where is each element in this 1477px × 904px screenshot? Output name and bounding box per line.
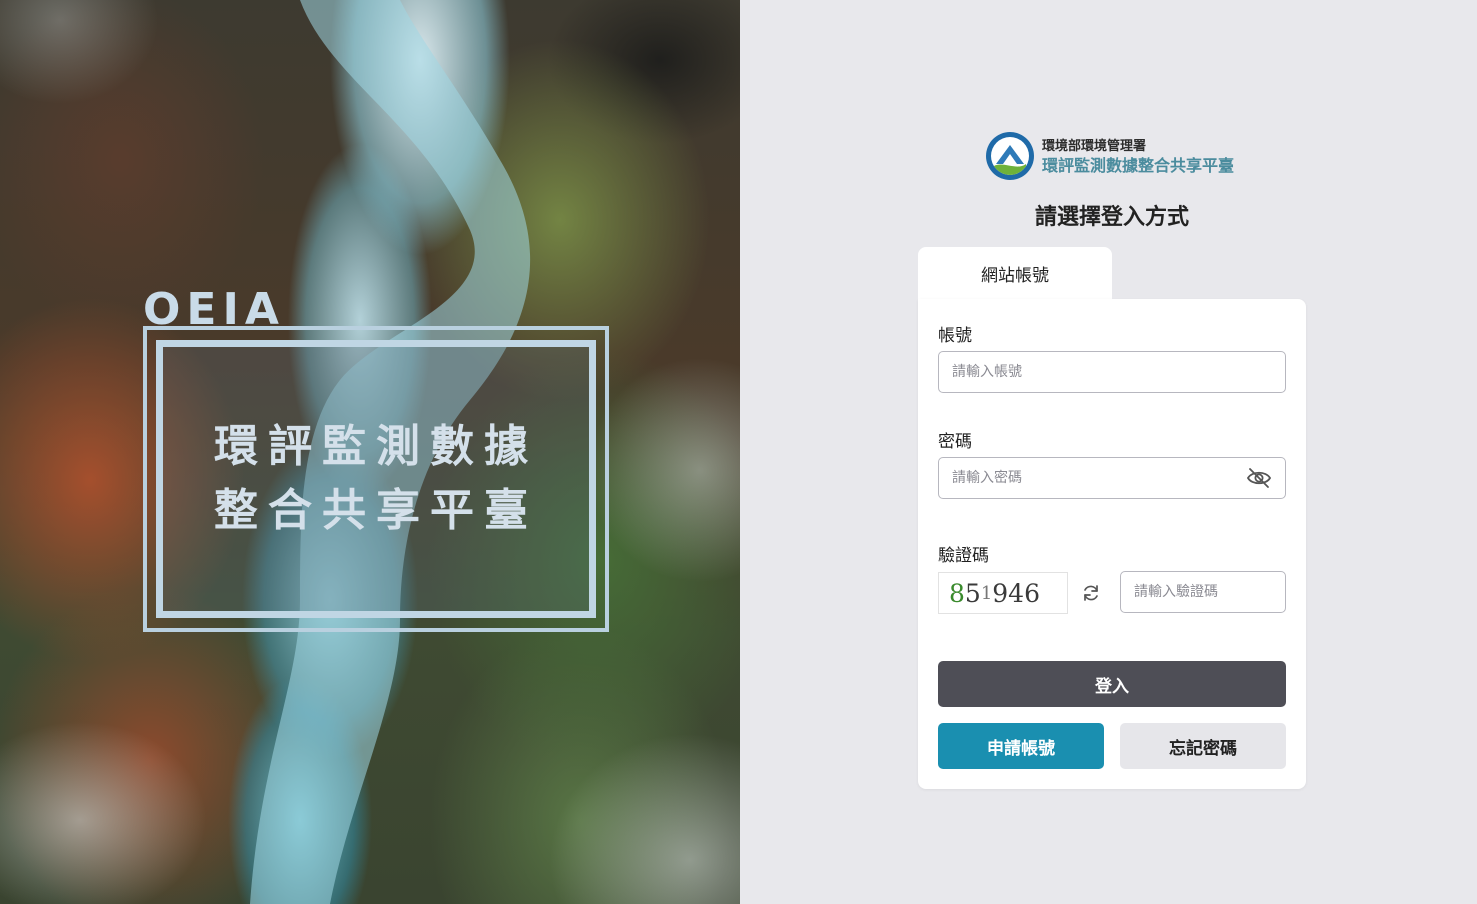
hero-image: OEIA 環評監測數據 整合共享平臺 xyxy=(0,0,740,904)
eye-off-icon[interactable] xyxy=(1245,464,1273,492)
hero-title-line1: 環評監測數據 xyxy=(214,421,538,472)
hero-title-line2: 整合共享平臺 xyxy=(214,485,538,536)
captcha-char: 1 xyxy=(980,582,993,604)
captcha-label: 驗證碼 xyxy=(938,546,989,566)
captcha-image: 8 5 1 946 xyxy=(938,572,1068,614)
agency-logo: 環境部環境管理署 環評監測數據整合共享平臺 xyxy=(986,132,1234,180)
captcha-input[interactable] xyxy=(1120,571,1286,613)
login-method-title: 請選擇登入方式 xyxy=(1034,205,1189,230)
agency-logo-icon xyxy=(986,132,1034,180)
account-input[interactable] xyxy=(938,351,1286,393)
captcha-char: 5 xyxy=(964,578,981,608)
apply-account-button[interactable]: 申請帳號 xyxy=(938,723,1104,769)
tab-label: 網站帳號 xyxy=(981,266,1049,286)
hero-title: 環評監測數據 整合共享平臺 xyxy=(156,340,596,618)
account-label: 帳號 xyxy=(938,326,972,346)
org-name: 環境部環境管理署 xyxy=(1042,139,1147,154)
captcha-char: 8 xyxy=(949,578,965,608)
password-label: 密碼 xyxy=(938,432,972,452)
platform-name: 環評監測數據整合共享平臺 xyxy=(1042,156,1235,175)
refresh-icon[interactable] xyxy=(1078,580,1104,606)
password-input[interactable] xyxy=(938,457,1286,499)
captcha-char: 946 xyxy=(992,578,1040,608)
tab-website-account[interactable]: 網站帳號 xyxy=(918,247,1112,303)
login-button[interactable]: 登入 xyxy=(938,661,1286,707)
forgot-password-button[interactable]: 忘記密碼 xyxy=(1120,723,1286,769)
